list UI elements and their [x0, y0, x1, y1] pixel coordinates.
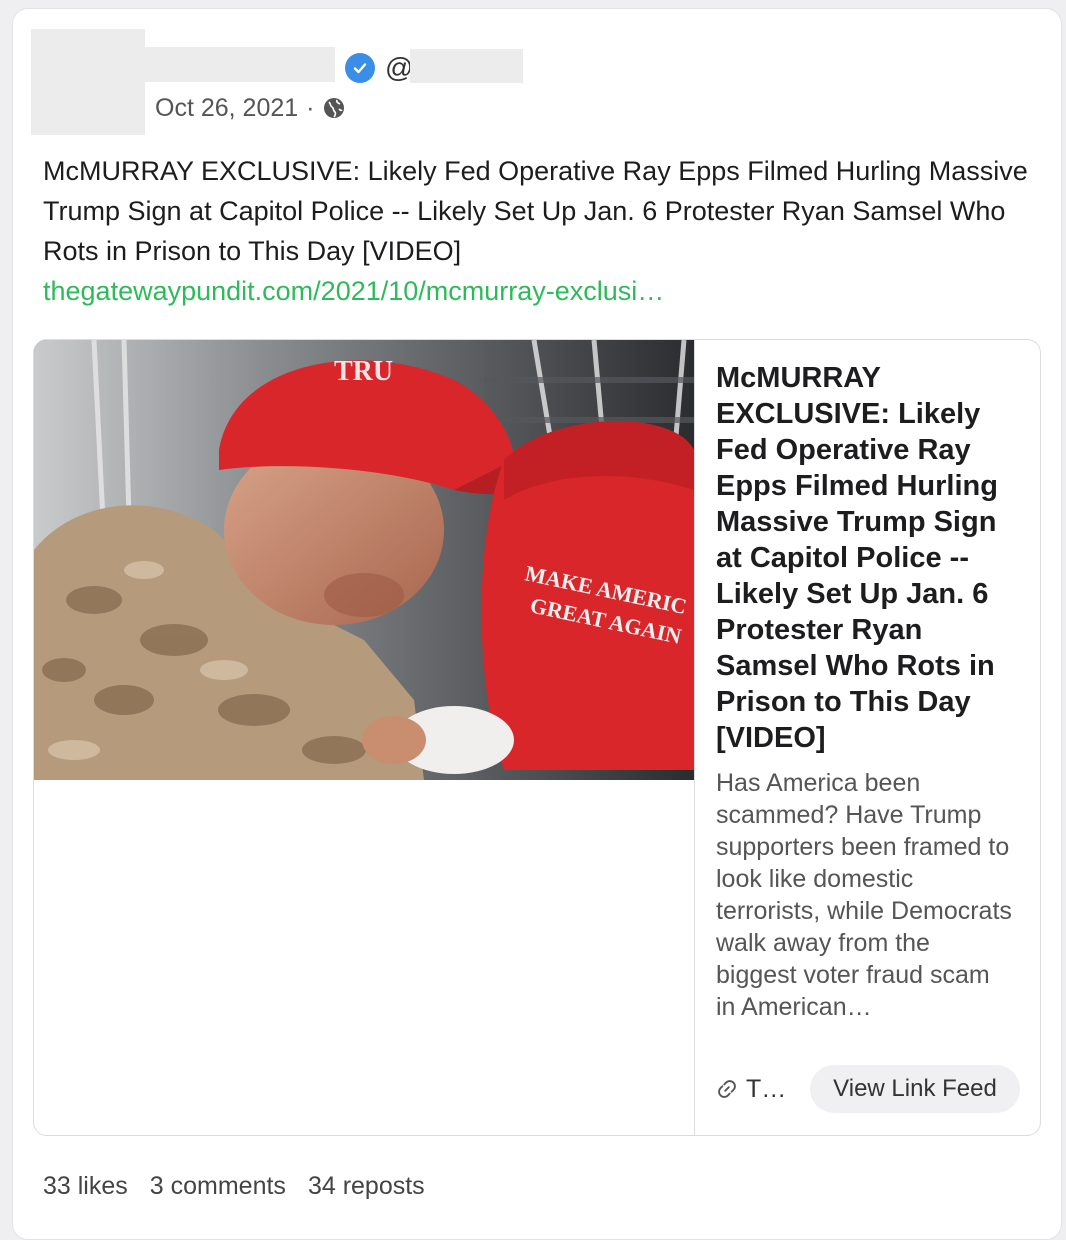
- verified-check-icon: [345, 53, 375, 83]
- display-name-redacted[interactable]: [145, 47, 335, 82]
- post-date[interactable]: Oct 26, 2021: [155, 93, 298, 123]
- handle-redacted[interactable]: [410, 49, 523, 83]
- comments-count[interactable]: 3 comments: [150, 1169, 286, 1203]
- preview-image[interactable]: TRU MAKE AMERIC GREAT AGAIN: [34, 340, 694, 780]
- post-stats: 33 likes 3 comments 34 reposts: [43, 1169, 425, 1203]
- meta-separator: ·: [306, 94, 315, 122]
- post-text: McMURRAY EXCLUSIVE: Likely Fed Operative…: [43, 156, 1028, 266]
- post-card: @ Oct 26, 2021 · McMURRAY EXCLUSIVE: Lik…: [12, 8, 1062, 1240]
- post-meta: Oct 26, 2021 ·: [155, 93, 346, 123]
- link-preview[interactable]: TRU MAKE AMERIC GREAT AGAIN McMURRAY EXC…: [33, 339, 1041, 1136]
- globe-icon: [322, 96, 346, 120]
- preview-source[interactable]: T…: [716, 1073, 786, 1105]
- preview-divider: [694, 340, 695, 1135]
- hat-text-tru: TRU: [334, 356, 393, 387]
- preview-title[interactable]: McMURRAY EXCLUSIVE: Likely Fed Operative…: [716, 360, 1016, 756]
- reposts-count[interactable]: 34 reposts: [308, 1169, 425, 1203]
- post-link[interactable]: thegatewaypundit.com/2021/10/mcmurray-ex…: [43, 271, 664, 311]
- link-icon: [716, 1078, 738, 1100]
- avatar[interactable]: [31, 29, 145, 135]
- likes-count[interactable]: 33 likes: [43, 1169, 128, 1203]
- view-link-feed-button[interactable]: View Link Feed: [810, 1065, 1020, 1113]
- preview-description: Has America been scammed? Have Trump sup…: [716, 769, 1012, 1021]
- preview-source-label: T…: [746, 1075, 787, 1103]
